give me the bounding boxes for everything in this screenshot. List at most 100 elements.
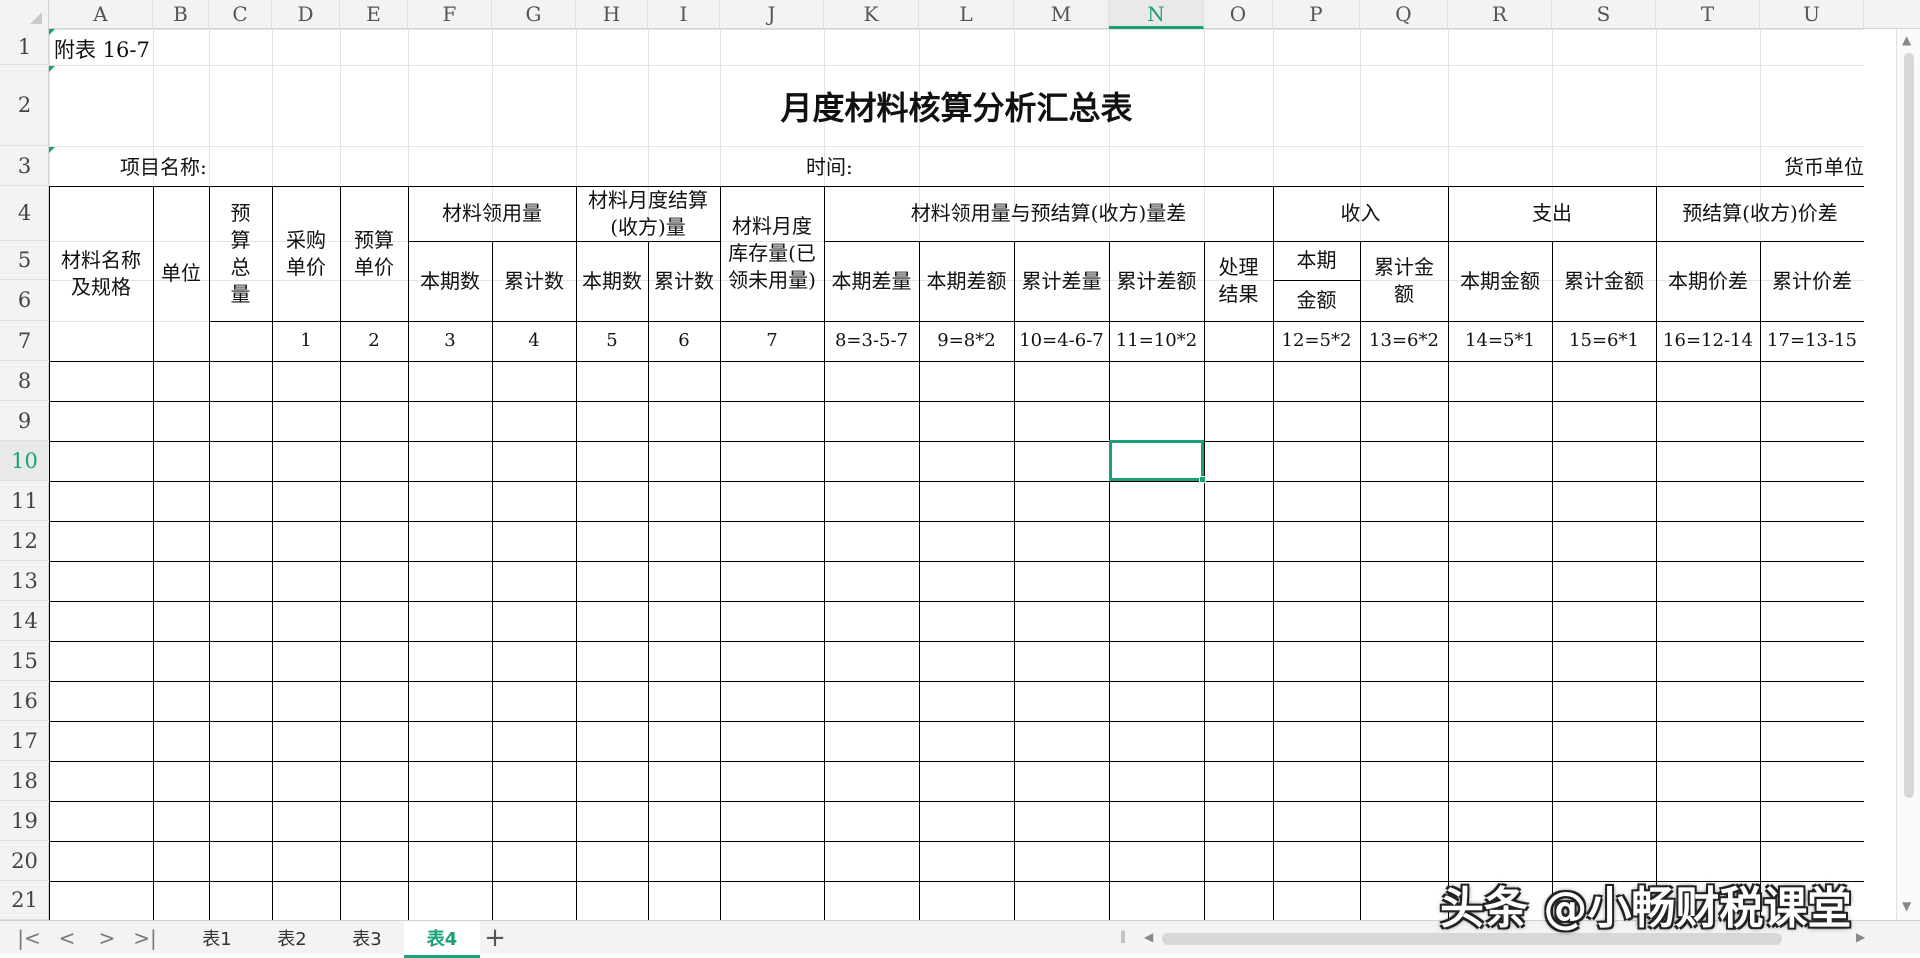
column-header-l[interactable]: L bbox=[919, 0, 1014, 29]
formula-cell[interactable]: 5 bbox=[576, 321, 648, 361]
header-budget-price: 预算单价 bbox=[354, 227, 394, 279]
select-all-corner[interactable] bbox=[0, 0, 49, 29]
sheet-tab-1[interactable]: 表1 bbox=[180, 921, 254, 955]
header-settlement: 材料月度结算(收方)量 bbox=[588, 187, 708, 239]
add-sheet-icon[interactable]: + bbox=[480, 921, 510, 955]
fill-handle[interactable] bbox=[1199, 476, 1206, 483]
column-header-a[interactable]: A bbox=[49, 0, 153, 29]
row-header-4[interactable]: 4 bbox=[0, 186, 49, 241]
sheet-tab-3[interactable]: 表3 bbox=[330, 921, 404, 955]
table-border bbox=[49, 801, 1864, 802]
formula-cell[interactable]: 1 bbox=[272, 321, 340, 361]
row-header-16[interactable]: 16 bbox=[0, 681, 49, 721]
scroll-right-icon[interactable]: ▶ bbox=[1856, 930, 1865, 944]
row-header-19[interactable]: 19 bbox=[0, 801, 49, 841]
formula-cell[interactable]: 6 bbox=[648, 321, 720, 361]
row-header-1[interactable]: 1 bbox=[0, 29, 49, 65]
cell-grid[interactable] bbox=[49, 29, 1864, 920]
row-header-15[interactable]: 15 bbox=[0, 641, 49, 681]
column-header-d[interactable]: D bbox=[272, 0, 340, 29]
column-header-f[interactable]: F bbox=[408, 0, 492, 29]
table-border bbox=[49, 441, 1864, 442]
select-all-icon bbox=[30, 12, 42, 24]
comment-marker-icon bbox=[49, 147, 55, 153]
row-header-7[interactable]: 7 bbox=[0, 321, 49, 361]
header-expense-current: 本期金额 bbox=[1460, 268, 1540, 293]
vertical-scrollbar[interactable]: ▲ ▼ bbox=[1896, 29, 1920, 920]
formula-cell[interactable]: 7 bbox=[720, 321, 824, 361]
table-border bbox=[49, 401, 1864, 402]
column-header-o[interactable]: O bbox=[1204, 0, 1273, 29]
row-header-6[interactable]: 6 bbox=[0, 280, 49, 321]
formula-cell[interactable]: 4 bbox=[492, 321, 576, 361]
gridline bbox=[49, 146, 1864, 147]
split-handle-icon[interactable]: ‖ bbox=[1120, 929, 1126, 943]
row-header-17[interactable]: 17 bbox=[0, 721, 49, 761]
formula-cell[interactable]: 15=6*1 bbox=[1552, 321, 1656, 361]
row-header-13[interactable]: 13 bbox=[0, 561, 49, 601]
watermark: 头条 @小畅财税课堂 bbox=[1440, 883, 1852, 934]
row-header-14[interactable]: 14 bbox=[0, 601, 49, 641]
column-header-n[interactable]: N bbox=[1109, 0, 1204, 29]
row-header-2[interactable]: 2 bbox=[0, 65, 49, 146]
header-price-diff-current: 本期价差 bbox=[1668, 268, 1748, 293]
header-purchase-price: 采购单价 bbox=[286, 227, 326, 279]
selected-cell[interactable] bbox=[1109, 440, 1204, 481]
scroll-down-icon[interactable]: ▼ bbox=[1902, 899, 1911, 913]
row-header-11[interactable]: 11 bbox=[0, 481, 49, 521]
column-header-t[interactable]: T bbox=[1656, 0, 1760, 29]
table-border bbox=[49, 681, 1864, 682]
attachment-label: 附表 16-7 bbox=[54, 37, 150, 62]
column-header-h[interactable]: H bbox=[576, 0, 648, 29]
column-header-r[interactable]: R bbox=[1448, 0, 1552, 29]
vertical-scroll-thumb[interactable] bbox=[1904, 53, 1914, 798]
column-header-q[interactable]: Q bbox=[1360, 0, 1448, 29]
table-border bbox=[49, 561, 1864, 562]
column-header-c[interactable]: C bbox=[209, 0, 272, 29]
row-header-12[interactable]: 12 bbox=[0, 521, 49, 561]
formula-cell[interactable]: 11=10*2 bbox=[1109, 321, 1204, 361]
column-header-k[interactable]: K bbox=[824, 0, 919, 29]
sheet-tab-4[interactable]: 表4 bbox=[404, 921, 480, 958]
formula-cell[interactable]: 14=5*1 bbox=[1448, 321, 1552, 361]
last-sheet-icon[interactable]: >| bbox=[130, 921, 160, 955]
column-header-u[interactable]: U bbox=[1760, 0, 1864, 29]
column-header-s[interactable]: S bbox=[1552, 0, 1656, 29]
header-handling-result: 处理结果 bbox=[1218, 255, 1259, 306]
column-header-e[interactable]: E bbox=[340, 0, 408, 29]
formula-cell[interactable]: 17=13-15 bbox=[1760, 321, 1864, 361]
formula-cell[interactable]: 8=3-5-7 bbox=[824, 321, 919, 361]
column-header-m[interactable]: M bbox=[1014, 0, 1109, 29]
row-header-3[interactable]: 3 bbox=[0, 146, 49, 186]
previous-sheet-icon[interactable]: < bbox=[52, 921, 82, 955]
formula-cell[interactable]: 2 bbox=[340, 321, 408, 361]
header-unit: 单位 bbox=[161, 261, 201, 285]
row-header-21[interactable]: 21 bbox=[0, 881, 49, 920]
row-header-10[interactable]: 10 bbox=[0, 441, 49, 481]
column-header-i[interactable]: I bbox=[648, 0, 720, 29]
row-header-bar: 1 2 3 4 5 6 7 8 9 10 11 12 13 14 15 16 1… bbox=[0, 29, 49, 920]
row-header-18[interactable]: 18 bbox=[0, 761, 49, 801]
header-material-name: 材料名称及规格 bbox=[61, 247, 141, 299]
formula-cell[interactable]: 16=12-14 bbox=[1656, 321, 1760, 361]
header-diff-qty-current: 本期差量 bbox=[831, 268, 912, 293]
column-header-g[interactable]: G bbox=[492, 0, 576, 29]
formula-cell[interactable]: 3 bbox=[408, 321, 492, 361]
row-header-5[interactable]: 5 bbox=[0, 241, 49, 280]
column-header-j[interactable]: J bbox=[720, 0, 824, 29]
first-sheet-icon[interactable]: |< bbox=[14, 921, 44, 955]
scroll-up-icon[interactable]: ▲ bbox=[1902, 33, 1911, 47]
sheet-tab-2[interactable]: 表2 bbox=[254, 921, 330, 955]
formula-cell[interactable]: 9=8*2 bbox=[919, 321, 1014, 361]
row-header-9[interactable]: 9 bbox=[0, 401, 49, 441]
header-usage-current: 本期数 bbox=[420, 268, 480, 293]
formula-cell[interactable]: 10=4-6-7 bbox=[1014, 321, 1109, 361]
scroll-left-icon[interactable]: ◀ bbox=[1144, 930, 1153, 944]
formula-cell[interactable]: 13=6*2 bbox=[1360, 321, 1448, 361]
column-header-p[interactable]: P bbox=[1273, 0, 1360, 29]
row-header-20[interactable]: 20 bbox=[0, 841, 49, 881]
next-sheet-icon[interactable]: > bbox=[92, 921, 122, 955]
row-header-8[interactable]: 8 bbox=[0, 361, 49, 401]
formula-cell[interactable]: 12=5*2 bbox=[1273, 321, 1360, 361]
column-header-b[interactable]: B bbox=[153, 0, 209, 29]
